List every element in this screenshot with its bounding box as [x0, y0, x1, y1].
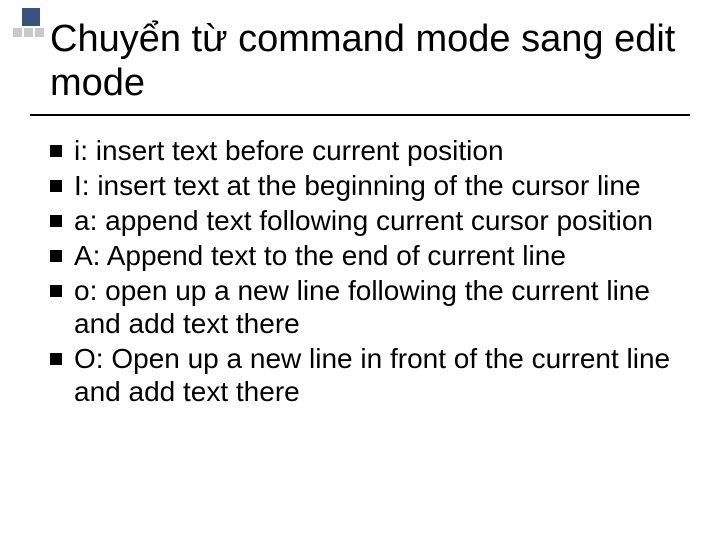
- title-underline: [30, 114, 690, 116]
- corner-decoration: [0, 8, 44, 48]
- list-item: o: open up a new line following the curr…: [50, 274, 680, 340]
- decor-square-large: [22, 8, 40, 26]
- list-item-text: o: open up a new line following the curr…: [74, 274, 680, 340]
- slide: Chuyển từ command mode sang edit mode i:…: [0, 0, 720, 540]
- list-item-text: A: Append text to the end of current lin…: [74, 239, 680, 272]
- square-bullet-icon: [50, 145, 62, 157]
- bullet-list: i: insert text before current position I…: [50, 134, 680, 410]
- list-item-text: I: insert text at the beginning of the c…: [74, 169, 680, 202]
- square-bullet-icon: [50, 285, 62, 297]
- list-item-text: a: append text following current cursor …: [74, 204, 680, 237]
- list-item-text: O: Open up a new line in front of the cu…: [74, 342, 680, 408]
- list-item: I: insert text at the beginning of the c…: [50, 169, 680, 202]
- list-item: O: Open up a new line in front of the cu…: [50, 342, 680, 408]
- slide-title: Chuyển từ command mode sang edit mode: [50, 18, 690, 105]
- list-item: a: append text following current cursor …: [50, 204, 680, 237]
- square-bullet-icon: [50, 353, 62, 365]
- square-bullet-icon: [50, 250, 62, 262]
- decor-square-small: [24, 28, 33, 37]
- decor-square-small: [13, 28, 22, 37]
- list-item-text: i: insert text before current position: [74, 134, 680, 167]
- decor-square-small: [35, 28, 44, 37]
- list-item: A: Append text to the end of current lin…: [50, 239, 680, 272]
- square-bullet-icon: [50, 180, 62, 192]
- list-item: i: insert text before current position: [50, 134, 680, 167]
- square-bullet-icon: [50, 215, 62, 227]
